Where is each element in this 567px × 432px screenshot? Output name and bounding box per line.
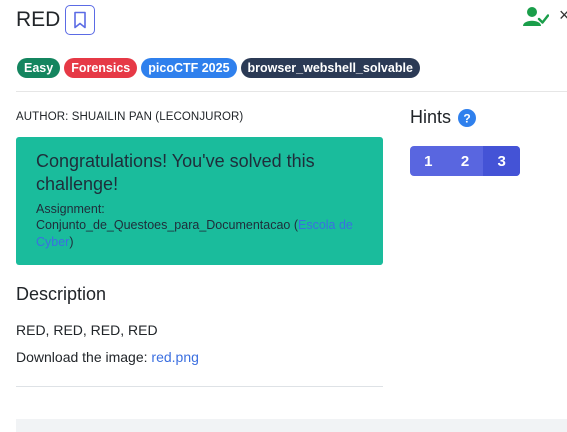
svg-text:?: ? — [463, 112, 470, 126]
tag-difficulty[interactable]: Easy — [17, 58, 61, 78]
tag-webshell[interactable]: browser_webshell_solvable — [240, 58, 420, 78]
tag-list: Easy Forensics picoCTF 2025 browser_webs… — [17, 58, 420, 78]
bookmark-icon — [74, 11, 86, 29]
description-heading: Description — [16, 284, 107, 304]
close-icon[interactable]: × — [559, 2, 567, 28]
assignment-name: Conjunto_de_Questoes_para_Documentacao ( — [36, 218, 298, 232]
download-label: Download the image: — [16, 349, 152, 365]
challenge-title: RED — [16, 8, 61, 31]
bottom-panel — [16, 419, 567, 432]
download-line: Download the image: red.png — [16, 349, 199, 365]
success-message: Congratulations! You've solved this chal… — [36, 151, 315, 194]
hint-button-2[interactable]: 2 — [447, 146, 484, 176]
download-link[interactable]: red.png — [151, 349, 198, 365]
description-text: RED, RED, RED, RED — [16, 322, 158, 338]
hint-button-1[interactable]: 1 — [410, 146, 447, 176]
hint-button-group: 1 2 3 — [410, 146, 520, 176]
user-solved-icon — [523, 7, 549, 26]
hint-button-3[interactable]: 3 — [483, 146, 520, 176]
assignment-value: Conjunto_de_Questoes_para_Documentacao (… — [36, 217, 363, 251]
bookmark-button[interactable] — [65, 5, 95, 35]
success-alert: Congratulations! You've solved this chal… — [16, 137, 383, 265]
help-icon[interactable]: ? — [458, 109, 476, 127]
header-divider — [16, 91, 567, 92]
hints-heading: Hints — [410, 107, 452, 127]
description-divider — [16, 386, 383, 387]
author-line: AUTHOR: SHUAILIN PAN (LECONJUROR) — [16, 111, 244, 123]
assignment-suffix: ) — [69, 235, 74, 249]
tag-category[interactable]: Forensics — [64, 58, 138, 78]
assignment-label: Assignment: — [36, 202, 105, 216]
tag-event[interactable]: picoCTF 2025 — [141, 58, 237, 78]
